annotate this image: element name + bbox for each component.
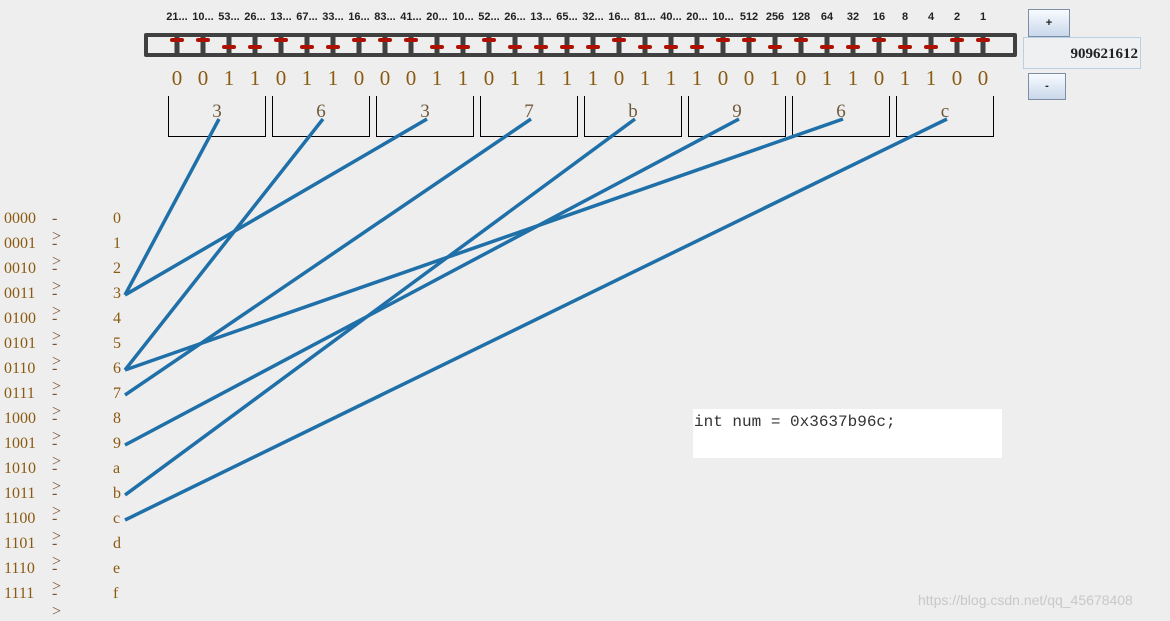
mapping-line <box>124 117 948 522</box>
mapping-line <box>123 117 325 372</box>
number-field[interactable]: 909621612 <box>1023 37 1141 69</box>
decrement-button[interactable]: - <box>1028 73 1066 100</box>
mapping-line <box>124 117 844 372</box>
code-text-area[interactable]: int num = 0x3637b96c; <box>693 409 1002 458</box>
mapping-line <box>124 117 532 397</box>
watermark: https://blog.csdn.net/qq_45678408 <box>918 592 1133 608</box>
mapping-line <box>124 117 740 447</box>
increment-button[interactable]: + <box>1028 9 1070 37</box>
mapping-lines <box>123 117 948 522</box>
